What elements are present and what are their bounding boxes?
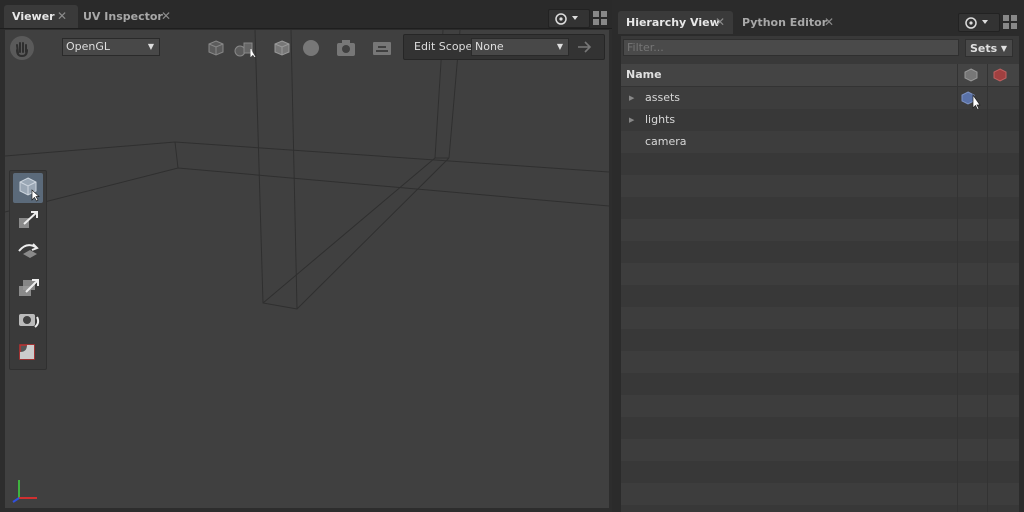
tab-hierarchy-view[interactable]: Hierarchy View ✕ xyxy=(618,11,733,34)
camera-icon[interactable] xyxy=(336,39,356,57)
grid-layout-icon[interactable] xyxy=(1003,15,1017,29)
translate-tool-icon xyxy=(19,211,38,228)
visible-column-icon[interactable] xyxy=(964,68,978,82)
layout-menu-button[interactable] xyxy=(958,13,1000,32)
sphere-icon[interactable] xyxy=(302,39,320,57)
tab-hierarchy-view-label: Hierarchy View xyxy=(626,16,720,29)
viewport[interactable]: OpenGL ▼ Edit Scope None ▼ xyxy=(5,30,609,508)
crop-tool-icon xyxy=(19,344,35,360)
cube-icon[interactable] xyxy=(273,39,291,57)
crop-tool[interactable] xyxy=(13,338,43,368)
layout-menu-button[interactable] xyxy=(548,9,590,28)
hierarchy-pane: Hierarchy View ✕ Python Editor ✕ Sets ▼ … xyxy=(616,0,1024,512)
chevron-down-icon: ▼ xyxy=(147,42,154,51)
edit-scope-arrow-icon[interactable] xyxy=(576,40,594,54)
edit-scope-dropdown[interactable]: None ▼ xyxy=(471,38,569,56)
target-icon xyxy=(965,17,988,29)
edit-scope-label: Edit Scope xyxy=(414,40,473,53)
tree-row-lights[interactable]: ▶ lights xyxy=(621,109,1019,131)
expand-arrow-icon[interactable]: ▶ xyxy=(629,109,634,131)
tree-header: Name xyxy=(621,64,1019,87)
scale-tool[interactable] xyxy=(13,272,43,302)
viewer-tabbar: Viewer ✕ UV Inspector ✕ xyxy=(0,0,612,29)
selected-column-icon[interactable] xyxy=(993,68,1007,82)
renderer-value: OpenGL xyxy=(66,40,111,53)
tree-row-camera[interactable]: camera xyxy=(621,131,1019,153)
hierarchy-tree: Name ▶ assets ▶ lights camera xyxy=(621,64,1019,512)
tab-viewer[interactable]: Viewer ✕ xyxy=(4,5,78,28)
empty-row xyxy=(621,219,1019,241)
empty-row xyxy=(621,417,1019,439)
edit-scope-value: None xyxy=(475,40,504,53)
tab-viewer-label: Viewer xyxy=(12,10,55,23)
axis-gizmo-icon xyxy=(12,480,37,503)
empty-row xyxy=(621,373,1019,395)
tab-uv-inspector[interactable]: UV Inspector ✕ xyxy=(75,5,183,28)
empty-row xyxy=(621,263,1019,285)
tree-row-assets[interactable]: ▶ assets xyxy=(621,87,1019,111)
empty-row xyxy=(621,461,1019,483)
grid-layout-icon[interactable] xyxy=(593,11,607,25)
sets-label: Sets xyxy=(970,42,998,55)
select-tool-icon xyxy=(19,177,40,202)
rotate-tool-icon xyxy=(18,243,39,258)
rotate-tool[interactable] xyxy=(13,239,43,269)
filter-input[interactable] xyxy=(623,39,959,56)
viewport-wireframe xyxy=(5,30,609,310)
empty-row xyxy=(621,197,1019,219)
camera-tool[interactable] xyxy=(13,305,43,335)
render-mode-icon[interactable] xyxy=(207,39,225,57)
empty-row xyxy=(621,505,1019,512)
empty-row xyxy=(621,241,1019,263)
tab-uv-inspector-label: UV Inspector xyxy=(83,10,163,23)
hierarchy-body: Sets ▼ Name ▶ assets ▶ lights xyxy=(621,36,1019,512)
tree-row-label: assets xyxy=(645,91,681,104)
tab-hierarchy-view-close-icon[interactable]: ✕ xyxy=(715,11,725,34)
empty-row xyxy=(621,351,1019,373)
tree-row-label: camera xyxy=(645,135,687,148)
tool-palette xyxy=(9,170,47,370)
empty-row xyxy=(621,285,1019,307)
chevron-down-icon: ▼ xyxy=(556,42,563,51)
empty-row xyxy=(621,483,1019,505)
chevron-down-icon: ▼ xyxy=(1000,44,1007,53)
empty-row xyxy=(621,329,1019,351)
empty-row xyxy=(621,175,1019,197)
camera-tool-icon xyxy=(19,314,40,328)
visibility-cube-icon[interactable] xyxy=(961,91,985,111)
edit-scope-bar: Edit Scope None ▼ xyxy=(403,34,605,60)
object-display-icon[interactable] xyxy=(234,39,258,57)
expand-arrow-icon[interactable]: ▶ xyxy=(629,87,634,109)
tab-uv-inspector-close-icon[interactable]: ✕ xyxy=(161,5,171,28)
hierarchy-tabbar: Hierarchy View ✕ Python Editor ✕ xyxy=(616,0,1024,36)
tab-python-editor[interactable]: Python Editor ✕ xyxy=(734,11,846,34)
renderer-dropdown[interactable]: OpenGL ▼ xyxy=(62,38,160,56)
overlay-icon[interactable] xyxy=(372,39,392,57)
hand-icon[interactable] xyxy=(10,36,34,60)
tab-python-editor-label: Python Editor xyxy=(742,16,828,29)
tab-viewer-close-icon[interactable]: ✕ xyxy=(57,5,67,28)
empty-row xyxy=(621,307,1019,329)
sets-dropdown[interactable]: Sets ▼ xyxy=(965,39,1013,57)
tab-python-editor-close-icon[interactable]: ✕ xyxy=(824,11,834,34)
select-tool[interactable] xyxy=(13,173,43,203)
tree-row-label: lights xyxy=(645,113,676,126)
translate-tool[interactable] xyxy=(13,206,43,236)
empty-row xyxy=(621,153,1019,175)
column-name-header[interactable]: Name xyxy=(626,64,662,86)
viewer-pane: Viewer ✕ UV Inspector ✕ OpenGL ▼ Edit Sc… xyxy=(0,0,612,512)
target-icon xyxy=(555,13,578,25)
empty-row xyxy=(621,439,1019,461)
scale-tool-icon xyxy=(19,279,39,296)
empty-row xyxy=(621,395,1019,417)
